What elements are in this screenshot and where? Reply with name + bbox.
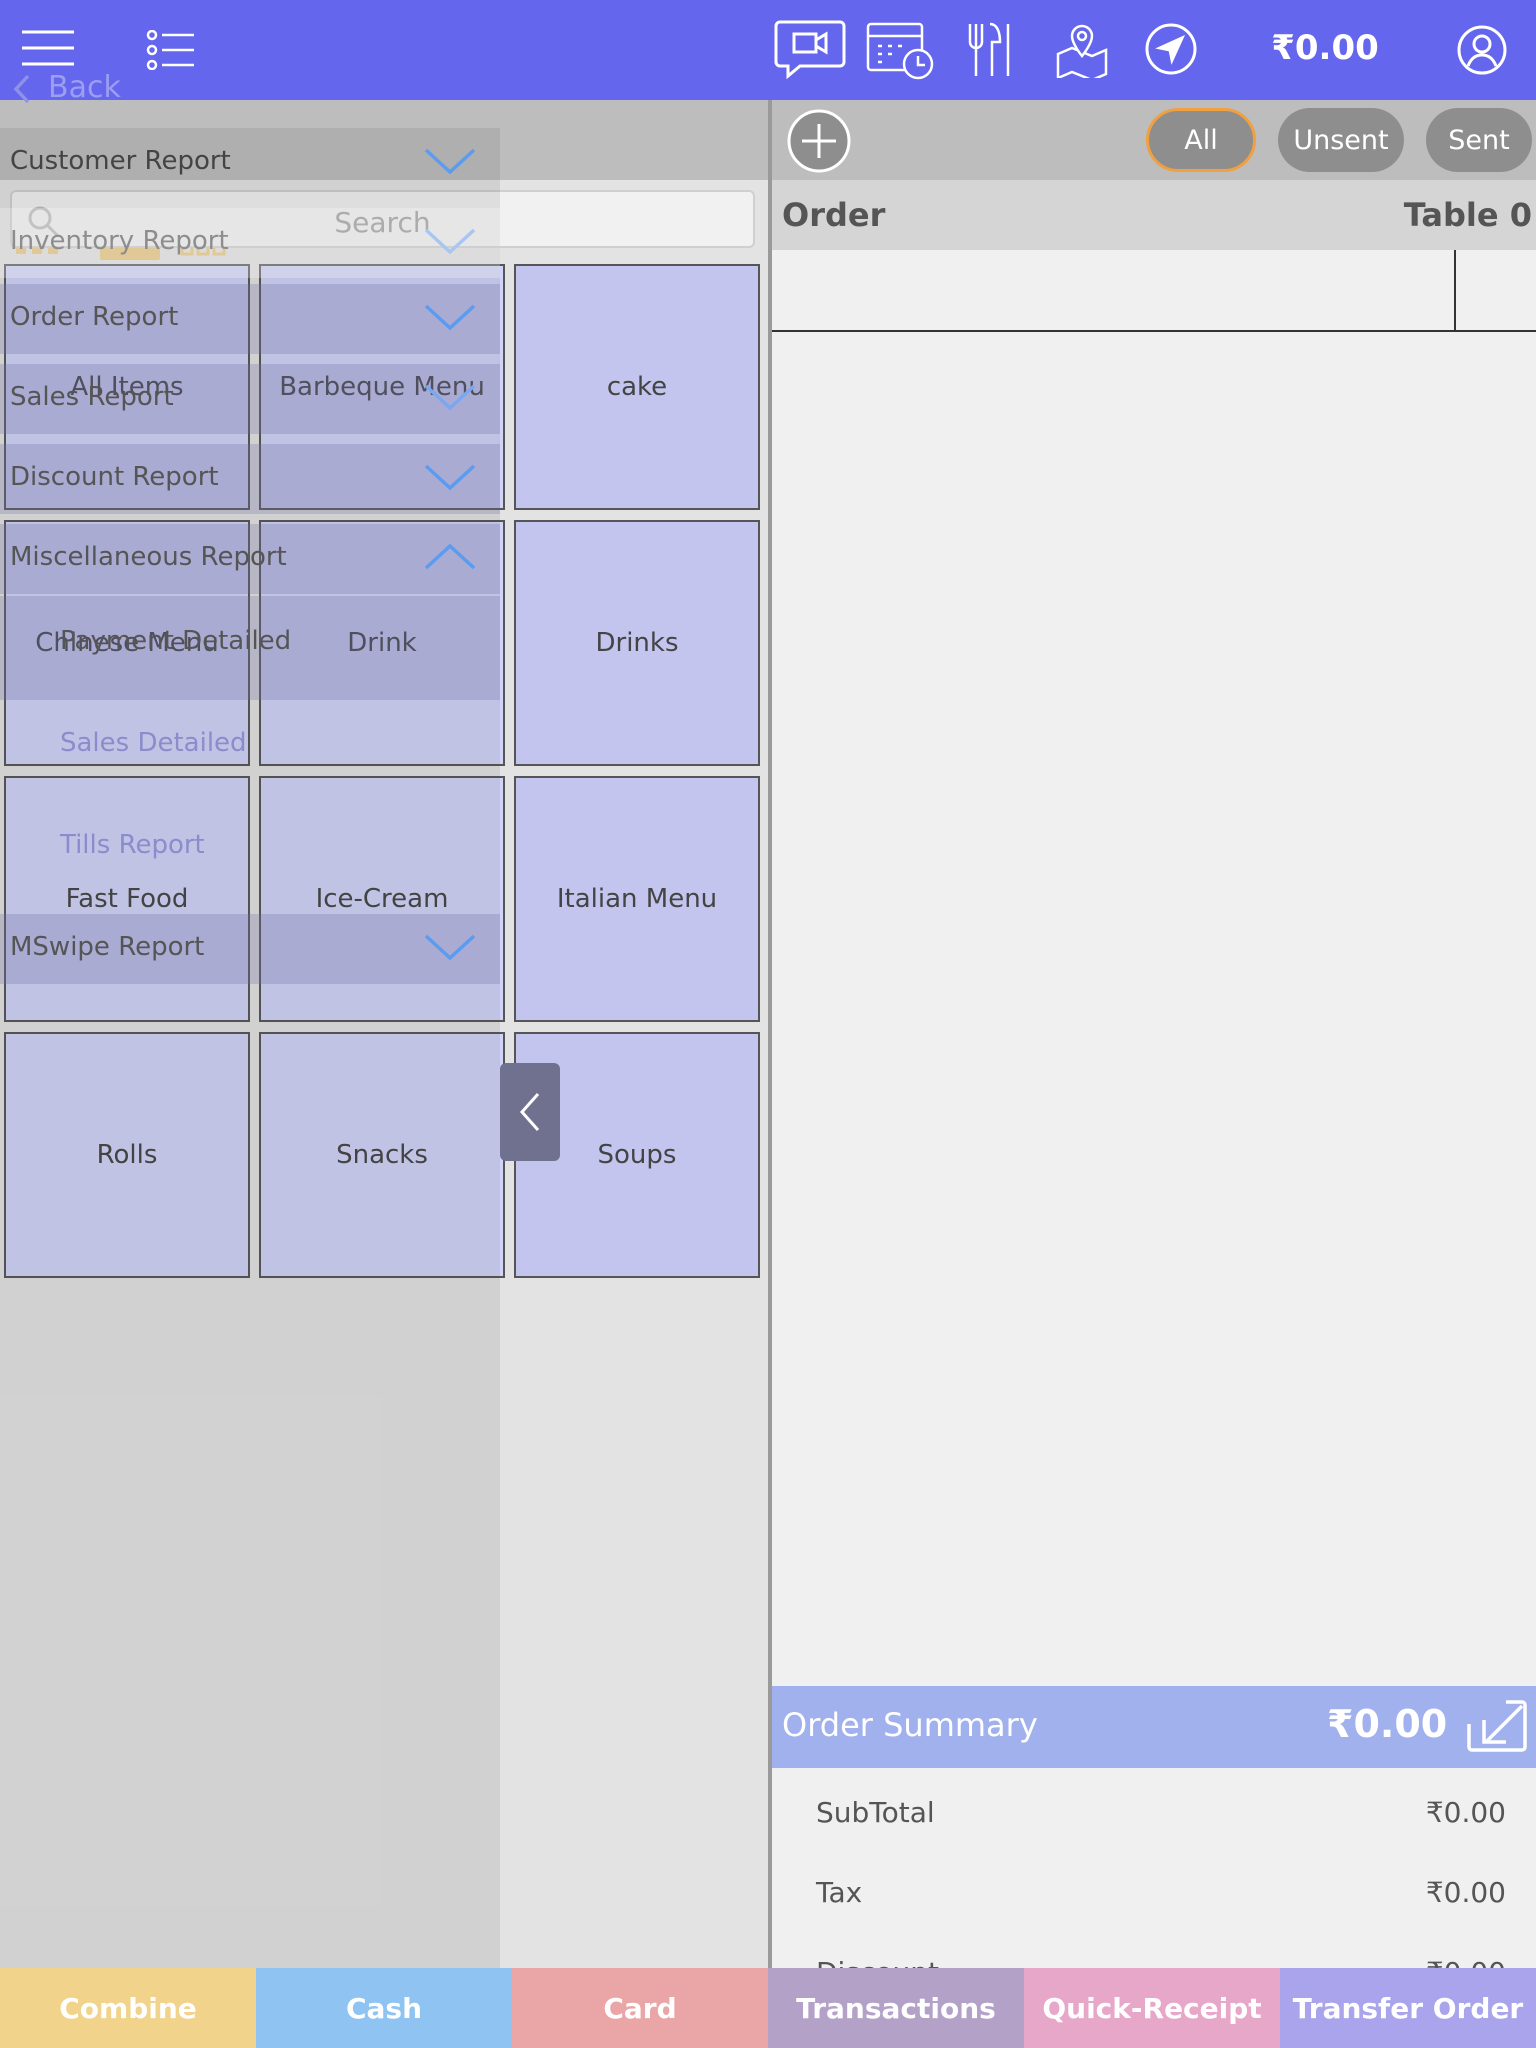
collapse-summary-icon[interactable] [1466, 1698, 1528, 1754]
category-tile[interactable]: Italian Menu [514, 776, 760, 1022]
order-summary-title: Order Summary [782, 1706, 1038, 1744]
back-chevron-icon [13, 74, 30, 104]
chevron-down-icon [424, 384, 476, 411]
quick-receipt-button[interactable]: Quick-Receipt [1024, 1968, 1280, 2048]
add-order-icon[interactable] [786, 108, 852, 174]
order-title: Order [782, 196, 886, 234]
summary-line-label: Tax [816, 1876, 863, 1909]
table-number[interactable]: Table 0 [1404, 196, 1532, 234]
drawer-subitem[interactable]: Sales Detailed [60, 728, 247, 758]
summary-discount: Discount ₹0.00 [816, 1956, 1506, 1968]
user-icon[interactable] [1456, 24, 1508, 76]
drawer-item-label: Sales Report [10, 382, 174, 412]
list-icon[interactable] [146, 30, 196, 70]
cart-total: ₹0.00 [1271, 28, 1379, 68]
drawer-item-label: Discount Report [10, 462, 219, 492]
order-row[interactable] [772, 250, 1536, 332]
navigation-icon[interactable] [1144, 22, 1198, 76]
combine-button[interactable]: Combine [0, 1968, 256, 2048]
summary-line-label: Discount [816, 1956, 939, 1968]
transactions-button[interactable]: Transactions [768, 1968, 1024, 2048]
summary-line-value: ₹0.00 [1426, 1956, 1506, 1968]
summary-subtotal: SubTotal ₹0.00 [816, 1796, 1506, 1829]
column-divider [1454, 250, 1456, 332]
video-chat-icon[interactable] [774, 18, 846, 80]
category-tile[interactable]: Drinks [514, 520, 760, 766]
top-bar: ₹0.00 [0, 0, 1536, 100]
chevron-down-icon [424, 934, 476, 961]
drawer-item-label: Inventory Report [10, 226, 229, 256]
calendar-clock-icon[interactable] [866, 20, 936, 80]
order-summary-bar[interactable]: Order Summary ₹0.00 [772, 1686, 1536, 1768]
category-tile[interactable]: cake [514, 264, 760, 510]
menu-icon[interactable] [20, 28, 76, 68]
action-bar: Combine Cash Card Transactions Quick-Rec… [0, 1968, 1536, 2048]
filter-all[interactable]: All [1146, 108, 1256, 172]
drawer-item-sales-report[interactable]: Sales Report [0, 364, 500, 434]
chevron-down-icon [424, 304, 476, 331]
chevron-left-icon [519, 1093, 540, 1131]
drawer-subitem[interactable]: Tills Report [60, 830, 205, 860]
drawer-item-label: Customer Report [10, 146, 231, 176]
drawer-item-label: Order Report [10, 302, 179, 332]
order-header: Order Table 0 [772, 180, 1536, 250]
summary-line-label: SubTotal [816, 1796, 935, 1829]
drawer-item-discount-report[interactable]: Discount Report [0, 444, 500, 514]
back-link[interactable]: Back [48, 70, 121, 105]
drawer-item-miscellaneous-report[interactable]: Miscellaneous Report [0, 524, 500, 594]
order-filter-bar: All Unsent Sent [772, 100, 1536, 180]
order-summary-amount: ₹0.00 [1327, 1702, 1448, 1746]
filter-unsent[interactable]: Unsent [1278, 108, 1404, 172]
card-button[interactable]: Card [512, 1968, 768, 2048]
drawer-collapse-button[interactable] [500, 1063, 560, 1161]
chevron-down-icon [424, 228, 476, 255]
drawer-item-order-report[interactable]: Order Report [0, 284, 500, 354]
drawer-subitem[interactable]: Payment Detailed [60, 626, 291, 656]
restaurant-icon[interactable] [966, 22, 1014, 78]
cash-button[interactable]: Cash [256, 1968, 512, 2048]
filter-sent[interactable]: Sent [1426, 108, 1532, 172]
chevron-down-icon [424, 464, 476, 491]
drawer-item-label: Miscellaneous Report [10, 542, 287, 572]
transfer-order-button[interactable]: Transfer Order [1280, 1968, 1536, 2048]
summary-line-value: ₹0.00 [1425, 1876, 1506, 1909]
drawer-item-label: MSwipe Report [10, 932, 205, 962]
drawer-item-mswipe-report[interactable]: MSwipe Report [0, 914, 500, 984]
drawer-item-inventory-report[interactable]: Inventory Report [0, 208, 500, 278]
drawer-item-customer-report[interactable]: Customer Report [0, 128, 500, 198]
order-panel: All Unsent Sent Order Table 0 Order Summ… [768, 100, 1536, 1968]
map-pin-icon[interactable] [1056, 22, 1108, 78]
summary-tax: Tax ₹0.00 [816, 1876, 1506, 1909]
chevron-up-icon [424, 543, 476, 570]
summary-line-value: ₹0.00 [1425, 1796, 1506, 1829]
chevron-down-icon [424, 148, 476, 175]
